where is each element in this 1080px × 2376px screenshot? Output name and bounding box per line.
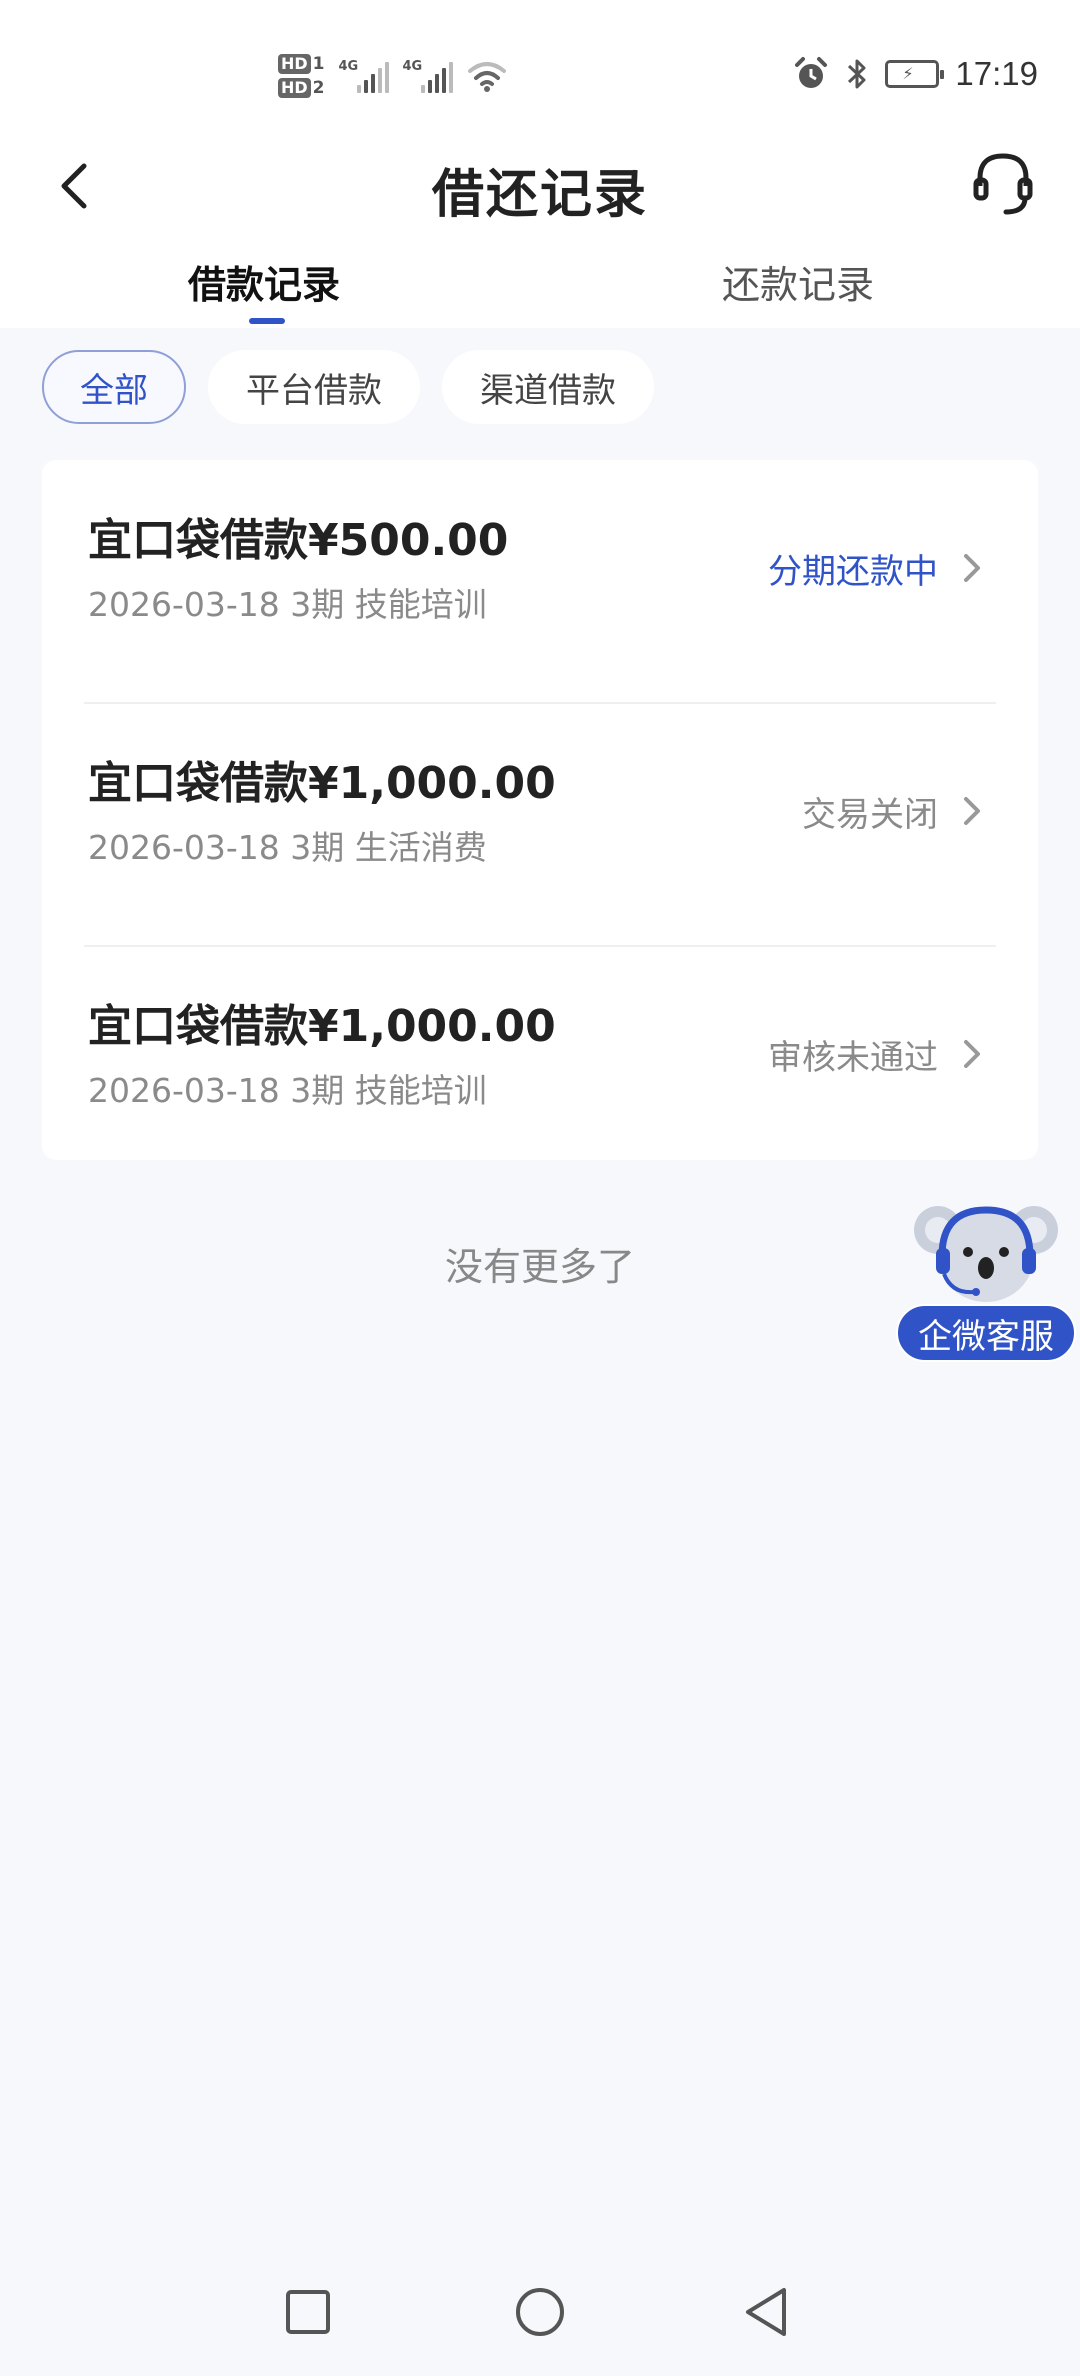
- filter-chips: 全部 平台借款 渠道借款: [42, 350, 654, 424]
- loan-record-meta: 2026-03-18 3期 生活消费: [88, 828, 487, 867]
- status-bar-left: HD 1 HD 2 4G 4G: [278, 44, 507, 108]
- tab-repay-records[interactable]: 还款记录: [722, 254, 874, 309]
- record-tabs: 借款记录 还款记录: [0, 240, 1080, 328]
- chevron-right-icon: [964, 797, 980, 825]
- tab-active-indicator: [249, 318, 285, 324]
- hd-indicators: HD 1 HD 2: [278, 54, 325, 98]
- alarm-icon: [795, 57, 828, 88]
- clock: 17:19: [955, 55, 1038, 92]
- chevron-right-icon: [964, 1040, 980, 1068]
- home-icon[interactable]: [510, 2282, 570, 2342]
- status-bar: HD 1 HD 2 4G 4G ⚡ 17:19: [0, 0, 1080, 130]
- loan-record-status: 审核未通过: [768, 1038, 938, 1078]
- battery-icon: ⚡: [885, 60, 945, 88]
- system-nav-bar: [0, 2256, 1080, 2376]
- loan-record-title: 宜口袋借款¥1,000.00: [88, 758, 556, 809]
- tab-borrow-records[interactable]: 借款记录: [188, 254, 340, 309]
- loan-record-status: 交易关闭: [802, 795, 938, 835]
- nav-bar: 借还记录: [0, 130, 1080, 240]
- loan-record-meta: 2026-03-18 3期 技能培训: [88, 1071, 487, 1110]
- filter-chip-platform[interactable]: 平台借款: [208, 350, 420, 424]
- wecom-service-button[interactable]: 企微客服: [896, 1304, 1076, 1362]
- signal-icon-2: 4G: [403, 59, 453, 93]
- bluetooth-icon: [848, 59, 866, 89]
- wecom-service-float[interactable]: 企微客服: [896, 1200, 1080, 1370]
- loan-record-meta: 2026-03-18 3期 技能培训: [88, 585, 487, 624]
- hd-indicator-2: HD 2: [278, 78, 325, 98]
- headset-icon[interactable]: [968, 148, 1038, 220]
- wifi-icon: [467, 62, 506, 92]
- loan-record-row[interactable]: 宜口袋借款¥1,000.00 2026-03-18 3期 生活消费 交易关闭: [42, 703, 1038, 946]
- koala-mascot-icon: [914, 1206, 1058, 1302]
- filter-chip-channel[interactable]: 渠道借款: [442, 350, 654, 424]
- hd-indicator-1: HD 1: [278, 54, 325, 74]
- chevron-right-icon: [964, 554, 980, 582]
- filter-chip-all[interactable]: 全部: [42, 350, 186, 424]
- loan-record-title: 宜口袋借款¥500.00: [88, 515, 509, 566]
- loan-records-list: 宜口袋借款¥500.00 2026-03-18 3期 技能培训 分期还款中 宜口…: [42, 460, 1038, 1160]
- signal-icon: 4G: [339, 59, 389, 93]
- loan-record-row[interactable]: 宜口袋借款¥500.00 2026-03-18 3期 技能培训 分期还款中: [42, 460, 1038, 703]
- status-bar-right: ⚡ 17:19: [793, 48, 1038, 100]
- back-nav-icon[interactable]: [738, 2282, 798, 2342]
- loan-record-status: 分期还款中: [768, 552, 938, 592]
- recent-apps-icon[interactable]: [278, 2282, 338, 2342]
- loan-record-title: 宜口袋借款¥1,000.00: [88, 1001, 556, 1052]
- page-title: 借还记录: [431, 165, 648, 225]
- loan-record-row[interactable]: 宜口袋借款¥1,000.00 2026-03-18 3期 技能培训 审核未通过: [42, 946, 1038, 1189]
